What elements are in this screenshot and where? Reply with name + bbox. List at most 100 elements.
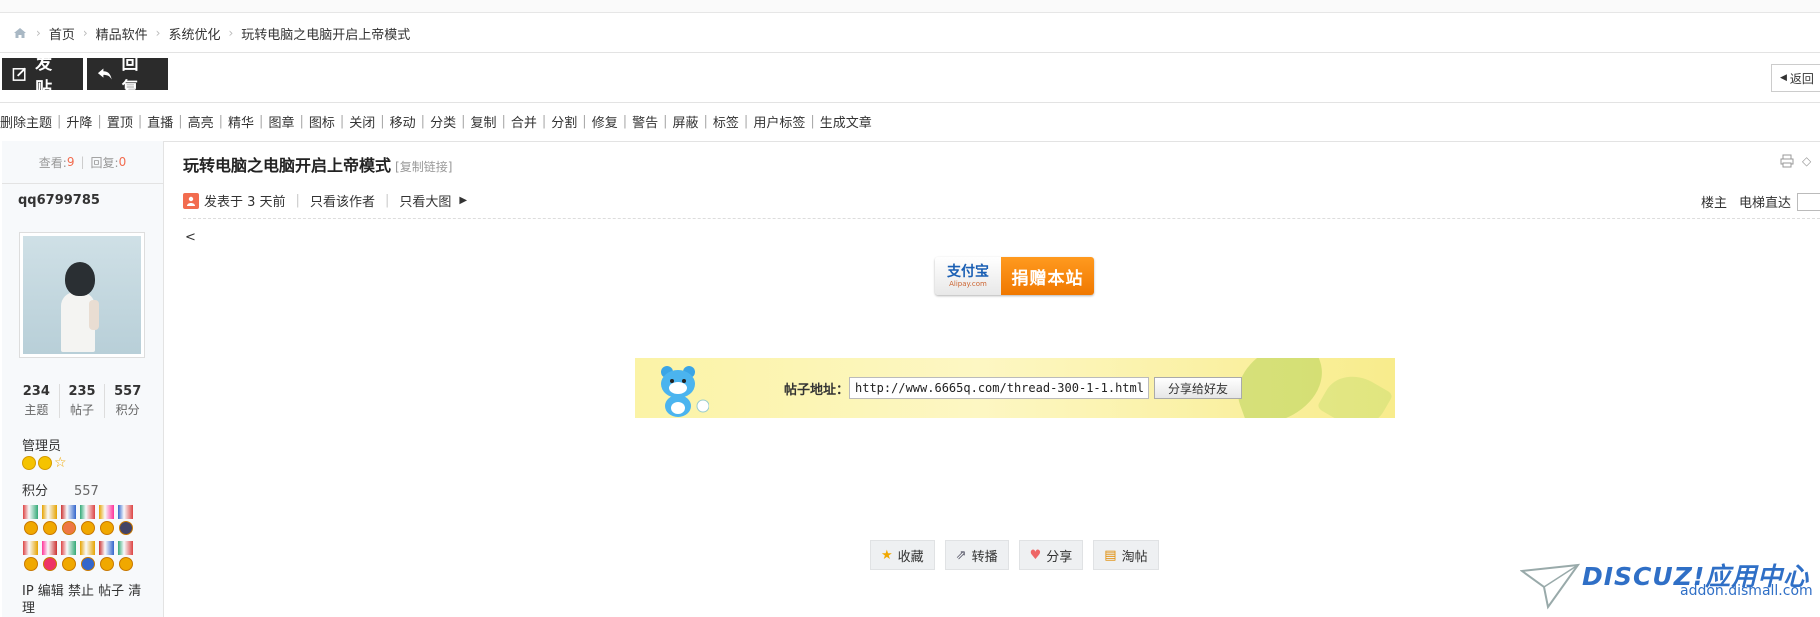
breadcrumb-home[interactable]: 首页 — [49, 24, 75, 43]
tool-separator: | — [299, 113, 304, 129]
author-name[interactable]: qq6799785 — [18, 193, 100, 208]
medal-icon[interactable] — [117, 541, 134, 575]
medal-icon[interactable] — [41, 505, 58, 539]
share-to-friend-button[interactable]: 分享给好友 — [1154, 377, 1242, 399]
alipay-sub: Alipay.com — [949, 279, 987, 288]
floor-jump-input[interactable] — [1797, 192, 1820, 211]
stats-separator: | — [80, 155, 85, 169]
back-label: 返回 — [1789, 71, 1814, 86]
collection-label: 淘帖 — [1121, 549, 1148, 565]
copy-link[interactable]: [复制链接] — [395, 160, 452, 174]
donate-button[interactable]: 支付宝 Alipay.com 捐赠本站 — [935, 257, 1094, 295]
print-icon[interactable] — [1780, 154, 1794, 172]
replies-label: 回复: — [90, 155, 119, 170]
discuz-domain: addon.dismall.com — [1680, 583, 1813, 599]
new-post-label: 发贴 — [35, 54, 56, 99]
medal-icon[interactable] — [41, 541, 58, 575]
tool-item[interactable]: 删除主题 — [0, 112, 52, 131]
divider — [163, 141, 1820, 142]
posts-count: 235 — [68, 384, 96, 399]
breadcrumb: › 首页 › 精品软件 › 系统优化 › 玩转电脑之电脑开启上帝模式 — [0, 14, 1820, 53]
medal-icon[interactable] — [22, 541, 39, 575]
favorite-button[interactable]: ★ 收藏 — [870, 540, 935, 570]
medal-icon[interactable] — [60, 505, 77, 539]
moderation-links[interactable]: IP 编辑 禁止 帖子 清理 — [22, 583, 142, 617]
tool-item[interactable]: 警告 — [632, 112, 658, 131]
medal-icon[interactable] — [22, 505, 39, 539]
share-url-field[interactable]: http://www.6665q.com/thread-300-1-1.html — [849, 377, 1149, 399]
paper-plane-icon — [1520, 563, 1581, 610]
medal-icon[interactable] — [117, 505, 134, 539]
posts-stat[interactable]: 235 帖子 — [60, 384, 106, 418]
collection-button[interactable]: ▤ 淘帖 — [1093, 540, 1159, 570]
thread-title: 玩转电脑之电脑开启上帝模式 [复制链接] — [183, 152, 452, 176]
tool-item[interactable]: 图章 — [268, 112, 294, 131]
tool-item[interactable]: 分割 — [551, 112, 577, 131]
tool-item[interactable]: 标签 — [713, 112, 739, 131]
tool-item[interactable]: 关闭 — [349, 112, 375, 131]
topics-stat[interactable]: 234 主题 — [14, 384, 60, 418]
reply-icon — [97, 68, 112, 80]
meta-separator: | — [295, 193, 300, 208]
tool-item[interactable]: 复制 — [470, 112, 496, 131]
star-icon: ★ — [881, 547, 893, 563]
medal-icon[interactable] — [79, 505, 96, 539]
heart-icon: ♥ — [1029, 547, 1042, 563]
tool-separator: | — [743, 113, 749, 129]
tool-separator: | — [57, 113, 62, 129]
tool-item[interactable]: 屏蔽 — [673, 112, 699, 131]
breadcrumb-thread[interactable]: 玩转电脑之电脑开启上帝模式 — [241, 24, 410, 43]
title-tools: ◇ — [1780, 154, 1820, 172]
rank-icons: ☆ — [22, 456, 68, 470]
jump-label: 电梯直达 — [1738, 196, 1791, 211]
tool-item[interactable]: 图标 — [309, 112, 335, 131]
medal-icon[interactable] — [79, 541, 96, 575]
back-button[interactable]: ◀ 返回 — [1771, 64, 1820, 92]
online-user-icon — [183, 192, 199, 209]
credits-stat[interactable]: 557 积分 — [105, 384, 150, 418]
big-image-link[interactable]: 只看大图 — [399, 191, 451, 210]
medal-icon[interactable] — [98, 505, 115, 539]
tool-item[interactable]: 高亮 — [188, 112, 214, 131]
forward-button[interactable]: ⇗ 转播 — [944, 540, 1009, 570]
medal-icon[interactable] — [60, 541, 77, 575]
medal-icon[interactable] — [98, 541, 115, 575]
forward-label: 转播 — [971, 549, 998, 565]
user-group[interactable]: 管理员 — [22, 435, 61, 454]
tool-separator: | — [137, 113, 143, 129]
tool-separator: | — [703, 113, 708, 129]
breadcrumb-forum[interactable]: 系统优化 — [168, 24, 220, 43]
replies-count: 0 — [118, 155, 127, 169]
home-icon[interactable] — [12, 26, 28, 40]
tool-item[interactable]: 直播 — [147, 112, 173, 131]
tool-separator: | — [461, 113, 466, 129]
tool-item[interactable]: 精华 — [228, 112, 254, 131]
tool-item[interactable]: 用户标签 — [753, 112, 805, 131]
favorite-label: 收藏 — [897, 549, 924, 565]
tool-item[interactable]: 移动 — [390, 112, 416, 131]
only-author-link[interactable]: 只看该作者 — [310, 191, 375, 210]
tool-item[interactable]: 置顶 — [107, 112, 133, 131]
views-count: 9 — [66, 155, 75, 169]
breadcrumb-category[interactable]: 精品软件 — [96, 24, 148, 43]
tool-separator: | — [259, 113, 264, 129]
tool-item[interactable]: 升降 — [66, 112, 92, 131]
reply-button[interactable]: 回复 — [87, 54, 168, 99]
post-body-text: < — [185, 230, 196, 245]
tool-item[interactable]: 合并 — [511, 112, 537, 131]
tool-item[interactable]: 修复 — [592, 112, 618, 131]
post-time: 发表于 3 天前 — [204, 195, 286, 210]
tool-item[interactable]: 分类 — [430, 112, 456, 131]
avatar[interactable] — [19, 232, 145, 358]
sun-icon — [38, 456, 52, 470]
new-post-button[interactable]: 发贴 — [2, 54, 83, 99]
share-button[interactable]: ♥ 分享 — [1018, 540, 1084, 570]
author-stats: 234 主题 235 帖子 557 积分 — [14, 384, 150, 418]
back-arrow-icon: ◀ — [1780, 73, 1787, 83]
divider — [183, 218, 1820, 219]
topics-label: 主题 — [24, 403, 49, 417]
tool-item[interactable]: 生成文章 — [820, 112, 872, 131]
next-icon[interactable]: ◇ — [1802, 154, 1811, 172]
caret-right-icon: ▶ — [459, 195, 468, 206]
tool-separator: | — [178, 113, 183, 129]
